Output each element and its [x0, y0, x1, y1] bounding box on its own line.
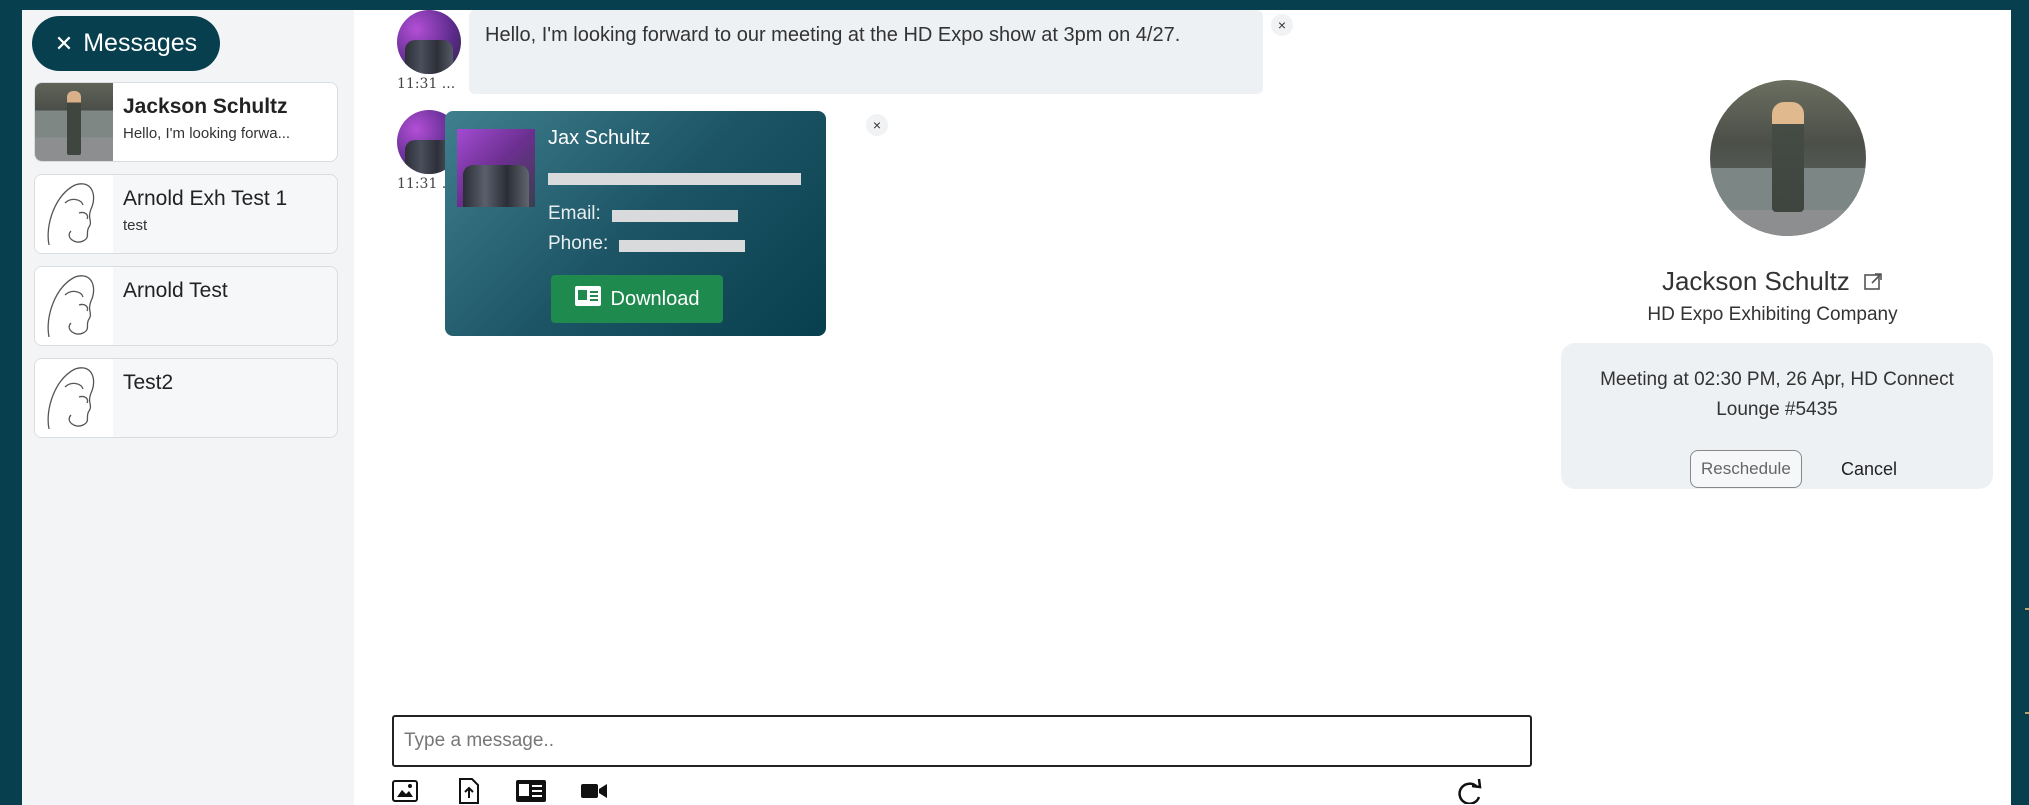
image-attach-icon[interactable] — [390, 776, 420, 805]
profile-name[interactable]: Jackson Schultz — [1662, 266, 1850, 296]
message-time: 11:31 ... — [397, 76, 456, 92]
contact-card-photo — [457, 129, 535, 207]
message-composer — [392, 715, 1532, 767]
redacted-phone — [619, 240, 745, 252]
download-contact-button[interactable]: Download — [551, 275, 723, 323]
messages-label: Messages — [83, 29, 198, 57]
conversation-item-arnold-test[interactable]: Arnold Test — [34, 266, 338, 346]
contact-photo — [35, 83, 113, 161]
redacted-bar — [548, 173, 801, 185]
edge-accent — [2025, 608, 2029, 610]
profile-company: HD Expo Exhibiting Company — [1647, 304, 1898, 325]
line-art-face-icon — [35, 359, 113, 437]
message-input[interactable] — [394, 717, 1530, 765]
conversation-preview: test — [123, 217, 148, 234]
download-label: Download — [610, 287, 700, 310]
cancel-meeting-button[interactable]: Cancel — [1841, 459, 1897, 480]
external-link-icon[interactable] — [1863, 268, 1883, 299]
message-text: Hello, I'm looking forward to our meetin… — [485, 24, 1181, 46]
close-icon: ✕ — [54, 30, 74, 56]
conversation-name: Test2 — [123, 371, 174, 394]
phone-label: Phone: — [548, 233, 609, 254]
reschedule-button[interactable]: Reschedule — [1690, 450, 1802, 488]
delete-message-button[interactable]: × — [1271, 14, 1293, 36]
file-upload-icon[interactable] — [454, 776, 484, 805]
delete-message-button[interactable]: × — [866, 114, 888, 136]
conversation-preview: Hello, I'm looking forwa... — [123, 125, 291, 142]
close-icon: × — [872, 117, 882, 133]
contact-profile-panel: Jackson Schultz HD Expo Exhibiting Compa… — [1534, 10, 2011, 805]
close-icon: × — [1277, 17, 1287, 33]
video-call-icon[interactable] — [579, 776, 609, 805]
profile-name-row: Jackson Schultz — [1534, 266, 2011, 299]
meeting-card: Meeting at 02:30 PM, 26 Apr, HD Connect … — [1561, 343, 1993, 489]
conversation-item-jackson-schultz[interactable]: Jackson Schultz Hello, I'm looking forwa… — [34, 82, 338, 162]
contact-card-icon[interactable] — [516, 776, 546, 805]
redacted-email — [612, 210, 738, 222]
profile-photo — [1710, 80, 1866, 236]
sender-avatar — [397, 10, 461, 74]
vcard-icon — [574, 286, 601, 312]
conversation-name: Arnold Test — [123, 279, 228, 302]
contact-card: Jax Schultz Email: Phone: Download — [445, 111, 826, 336]
app-frame: ✕ Messages Jackson Schultz Hello, I'm lo… — [22, 10, 2011, 805]
refresh-icon[interactable] — [1454, 776, 1484, 805]
line-art-face-icon — [35, 175, 113, 253]
conversation-item-arnold-exh-test-1[interactable]: Arnold Exh Test 1 test — [34, 174, 338, 254]
conversation-name: Jackson Schultz — [123, 95, 288, 118]
edge-accent — [2025, 712, 2029, 714]
conversation-sidebar: ✕ Messages Jackson Schultz Hello, I'm lo… — [22, 10, 354, 805]
meeting-details: Meeting at 02:30 PM, 26 Apr, HD Connect … — [1600, 369, 1954, 420]
email-label: Email: — [548, 203, 601, 224]
contact-card-name: Jax Schultz — [548, 127, 651, 149]
line-art-face-icon — [35, 267, 113, 345]
message-bubble: Hello, I'm looking forward to our meetin… — [469, 10, 1263, 94]
close-messages-button[interactable]: ✕ Messages — [32, 16, 220, 71]
conversation-item-test2[interactable]: Test2 — [34, 358, 338, 438]
conversation-name: Arnold Exh Test 1 — [123, 187, 288, 210]
